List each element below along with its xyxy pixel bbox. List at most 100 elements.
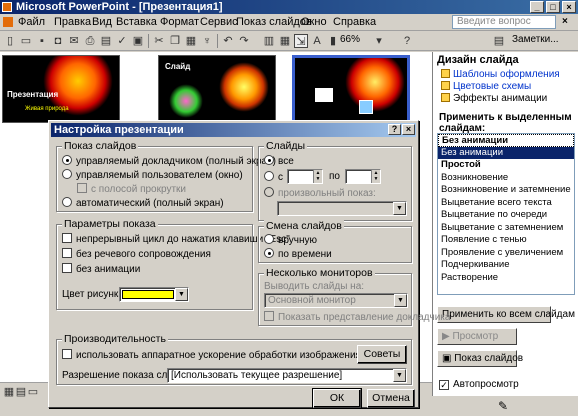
autopreview-checkbox[interactable]: ✓ Автопросмотр <box>439 379 519 390</box>
print-preview-icon[interactable]: ▤ <box>99 34 113 48</box>
expand-all-icon[interactable]: ⇲ <box>294 34 308 48</box>
notes-button[interactable]: Заметки... <box>512 34 559 45</box>
slide-thumbnail-1[interactable]: Презентация Живая природа <box>2 55 120 123</box>
list-item[interactable]: Возникновение и затемнение <box>438 184 574 197</box>
all-slides-radio[interactable]: все <box>264 155 294 167</box>
performance-group: Производительность использовать аппаратн… <box>56 333 412 385</box>
paste-icon[interactable]: ▦ <box>184 34 198 48</box>
menu-format[interactable]: Формат <box>160 16 199 28</box>
ask-question-input[interactable]: Введите вопрос <box>452 15 556 29</box>
menu-insert[interactable]: Вставка <box>116 16 157 28</box>
presenter-view-checkbox[interactable]: Показать представление докладчика <box>264 311 450 323</box>
option-label: все <box>278 156 294 167</box>
slide-transition-icon[interactable]: ▤ <box>492 34 506 48</box>
document-menu-icon[interactable] <box>3 17 13 27</box>
slide-title: Презентация <box>7 90 59 99</box>
list-item[interactable]: Без анимации <box>438 134 574 147</box>
monitor-dropdown[interactable]: Основной монитор ▼ <box>264 293 408 308</box>
zoom-combo[interactable]: 66% <box>340 34 360 45</box>
custom-show-radio[interactable]: произвольный показ: <box>264 187 376 199</box>
animation-effects-list[interactable]: Без анимации Без анимации Простой Возник… <box>437 133 575 295</box>
menu-tools[interactable]: Сервис <box>200 16 238 28</box>
list-item[interactable]: Появление с тенью <box>438 234 574 247</box>
list-item[interactable]: Простой <box>438 159 574 172</box>
no-animation-checkbox[interactable]: без анимации <box>62 263 140 275</box>
menu-window[interactable]: Окно <box>301 16 327 28</box>
dropdown-arrow-icon[interactable]: ▼ <box>394 294 407 307</box>
redo-icon[interactable]: ↷ <box>237 34 251 48</box>
menu-view[interactable]: Вид <box>92 16 112 28</box>
list-item[interactable]: Выцветание с затемнением <box>438 222 574 235</box>
animation-schemes-link[interactable]: Эффекты анимации <box>441 93 547 104</box>
dropdown-arrow-icon[interactable]: ▼ <box>175 288 188 301</box>
preview-button[interactable]: ▶ Просмотр <box>437 328 517 345</box>
copy-icon[interactable]: ❐ <box>168 34 182 48</box>
slide-show-button[interactable]: ▣ Показ слайдов <box>437 350 523 367</box>
design-templates-link[interactable]: Шаблоны оформления <box>441 69 560 80</box>
slideshow-view-icon[interactable]: ▭ <box>26 385 40 399</box>
spelling-icon[interactable]: ✓ <box>115 34 129 48</box>
cut-icon[interactable]: ✂ <box>152 34 166 48</box>
dialog-close-button[interactable]: × <box>402 124 415 135</box>
slide-thumbnail-3[interactable] <box>292 55 410 123</box>
pen-color-dropdown[interactable]: ▼ <box>119 287 189 302</box>
close-document-icon[interactable]: × <box>562 16 568 27</box>
manual-radio[interactable]: вручную <box>264 234 317 246</box>
menu-edit[interactable]: Правка <box>54 16 91 28</box>
from-spinner[interactable]: ▲ ▼ <box>287 169 323 184</box>
chart-icon[interactable]: ▥ <box>262 34 276 48</box>
spin-arrows-icon[interactable]: ▲ ▼ <box>313 170 322 183</box>
dropdown-arrow-icon[interactable]: ▼ <box>393 202 406 215</box>
email-icon[interactable]: ✉ <box>67 34 81 48</box>
to-spinner[interactable]: ▲ ▼ <box>345 169 381 184</box>
list-item[interactable]: Проявление с увеличением <box>438 247 574 260</box>
menu-help[interactable]: Справка <box>333 16 376 28</box>
new-icon[interactable]: ▯ <box>3 34 17 48</box>
from-radio[interactable]: с <box>264 171 283 183</box>
group-title: Слайды <box>264 140 308 152</box>
presenter-radio[interactable]: управляемый докладчиком (полный экран) <box>62 155 276 167</box>
list-item[interactable]: Выцветание всего текста <box>438 197 574 210</box>
hardware-acceleration-checkbox[interactable]: использовать аппаратное ускорение обрабо… <box>62 349 361 361</box>
timings-radio[interactable]: по времени <box>264 248 332 260</box>
custom-show-dropdown[interactable]: ▼ <box>277 201 407 216</box>
show-formatting-icon[interactable]: A <box>310 34 324 48</box>
loop-checkbox[interactable]: непрерывный цикл до нажатия клавиши "Esc… <box>62 233 290 245</box>
list-item[interactable]: Растворение <box>438 272 574 285</box>
list-item[interactable]: Без анимации <box>438 146 574 159</box>
spin-arrows-icon[interactable]: ▲ ▼ <box>371 170 380 183</box>
table-icon[interactable]: ▦ <box>278 34 292 48</box>
research-icon[interactable]: ▣ <box>131 34 145 48</box>
ok-button[interactable]: ОК <box>312 388 362 409</box>
slide-thumbnail-2[interactable]: Слайд <box>158 55 276 123</box>
apply-all-button[interactable]: Применить ко всем слайдам <box>437 306 575 323</box>
save-icon[interactable]: ▪ <box>35 34 49 48</box>
dropdown-arrow-icon[interactable]: ▼ <box>393 369 406 382</box>
no-narration-checkbox[interactable]: без речевого сопровождения <box>62 248 211 260</box>
list-item[interactable]: Выцветание по очереди <box>438 209 574 222</box>
tips-button[interactable]: Советы <box>357 345 407 364</box>
list-item[interactable]: Подчеркивание <box>438 259 574 272</box>
color-schemes-link[interactable]: Цветовые схемы <box>441 81 531 92</box>
checkbox-box <box>62 263 72 273</box>
undo-icon[interactable]: ↶ <box>221 34 235 48</box>
help-icon[interactable]: ? <box>400 34 414 48</box>
close-window-button[interactable]: × <box>562 1 576 13</box>
help-button[interactable]: ? <box>388 124 401 135</box>
scrollbar-checkbox[interactable]: с полосой прокрутки <box>77 183 186 195</box>
list-item[interactable]: Возникновение <box>438 172 574 185</box>
minimize-button[interactable]: _ <box>530 1 544 13</box>
kiosk-radio[interactable]: автоматический (полный экран) <box>62 197 224 209</box>
maximize-button[interactable]: □ <box>546 1 560 13</box>
format-painter-icon[interactable]: ♆ <box>200 34 214 48</box>
open-icon[interactable]: ▭ <box>19 34 33 48</box>
menu-file[interactable]: Файл <box>18 16 45 28</box>
powerpoint-app-icon[interactable] <box>2 2 12 12</box>
permission-icon[interactable]: ◘ <box>51 34 65 48</box>
cancel-button[interactable]: Отмена <box>367 389 415 408</box>
color-grayscale-icon[interactable]: ▮ <box>326 34 340 48</box>
print-icon[interactable]: ⎙ <box>83 34 97 48</box>
individual-radio[interactable]: управляемый пользователем (окно) <box>62 169 243 181</box>
zoom-dropdown-icon[interactable]: ▾ <box>372 34 386 48</box>
resolution-dropdown[interactable]: [Использовать текущее разрешение] ▼ <box>167 368 407 383</box>
